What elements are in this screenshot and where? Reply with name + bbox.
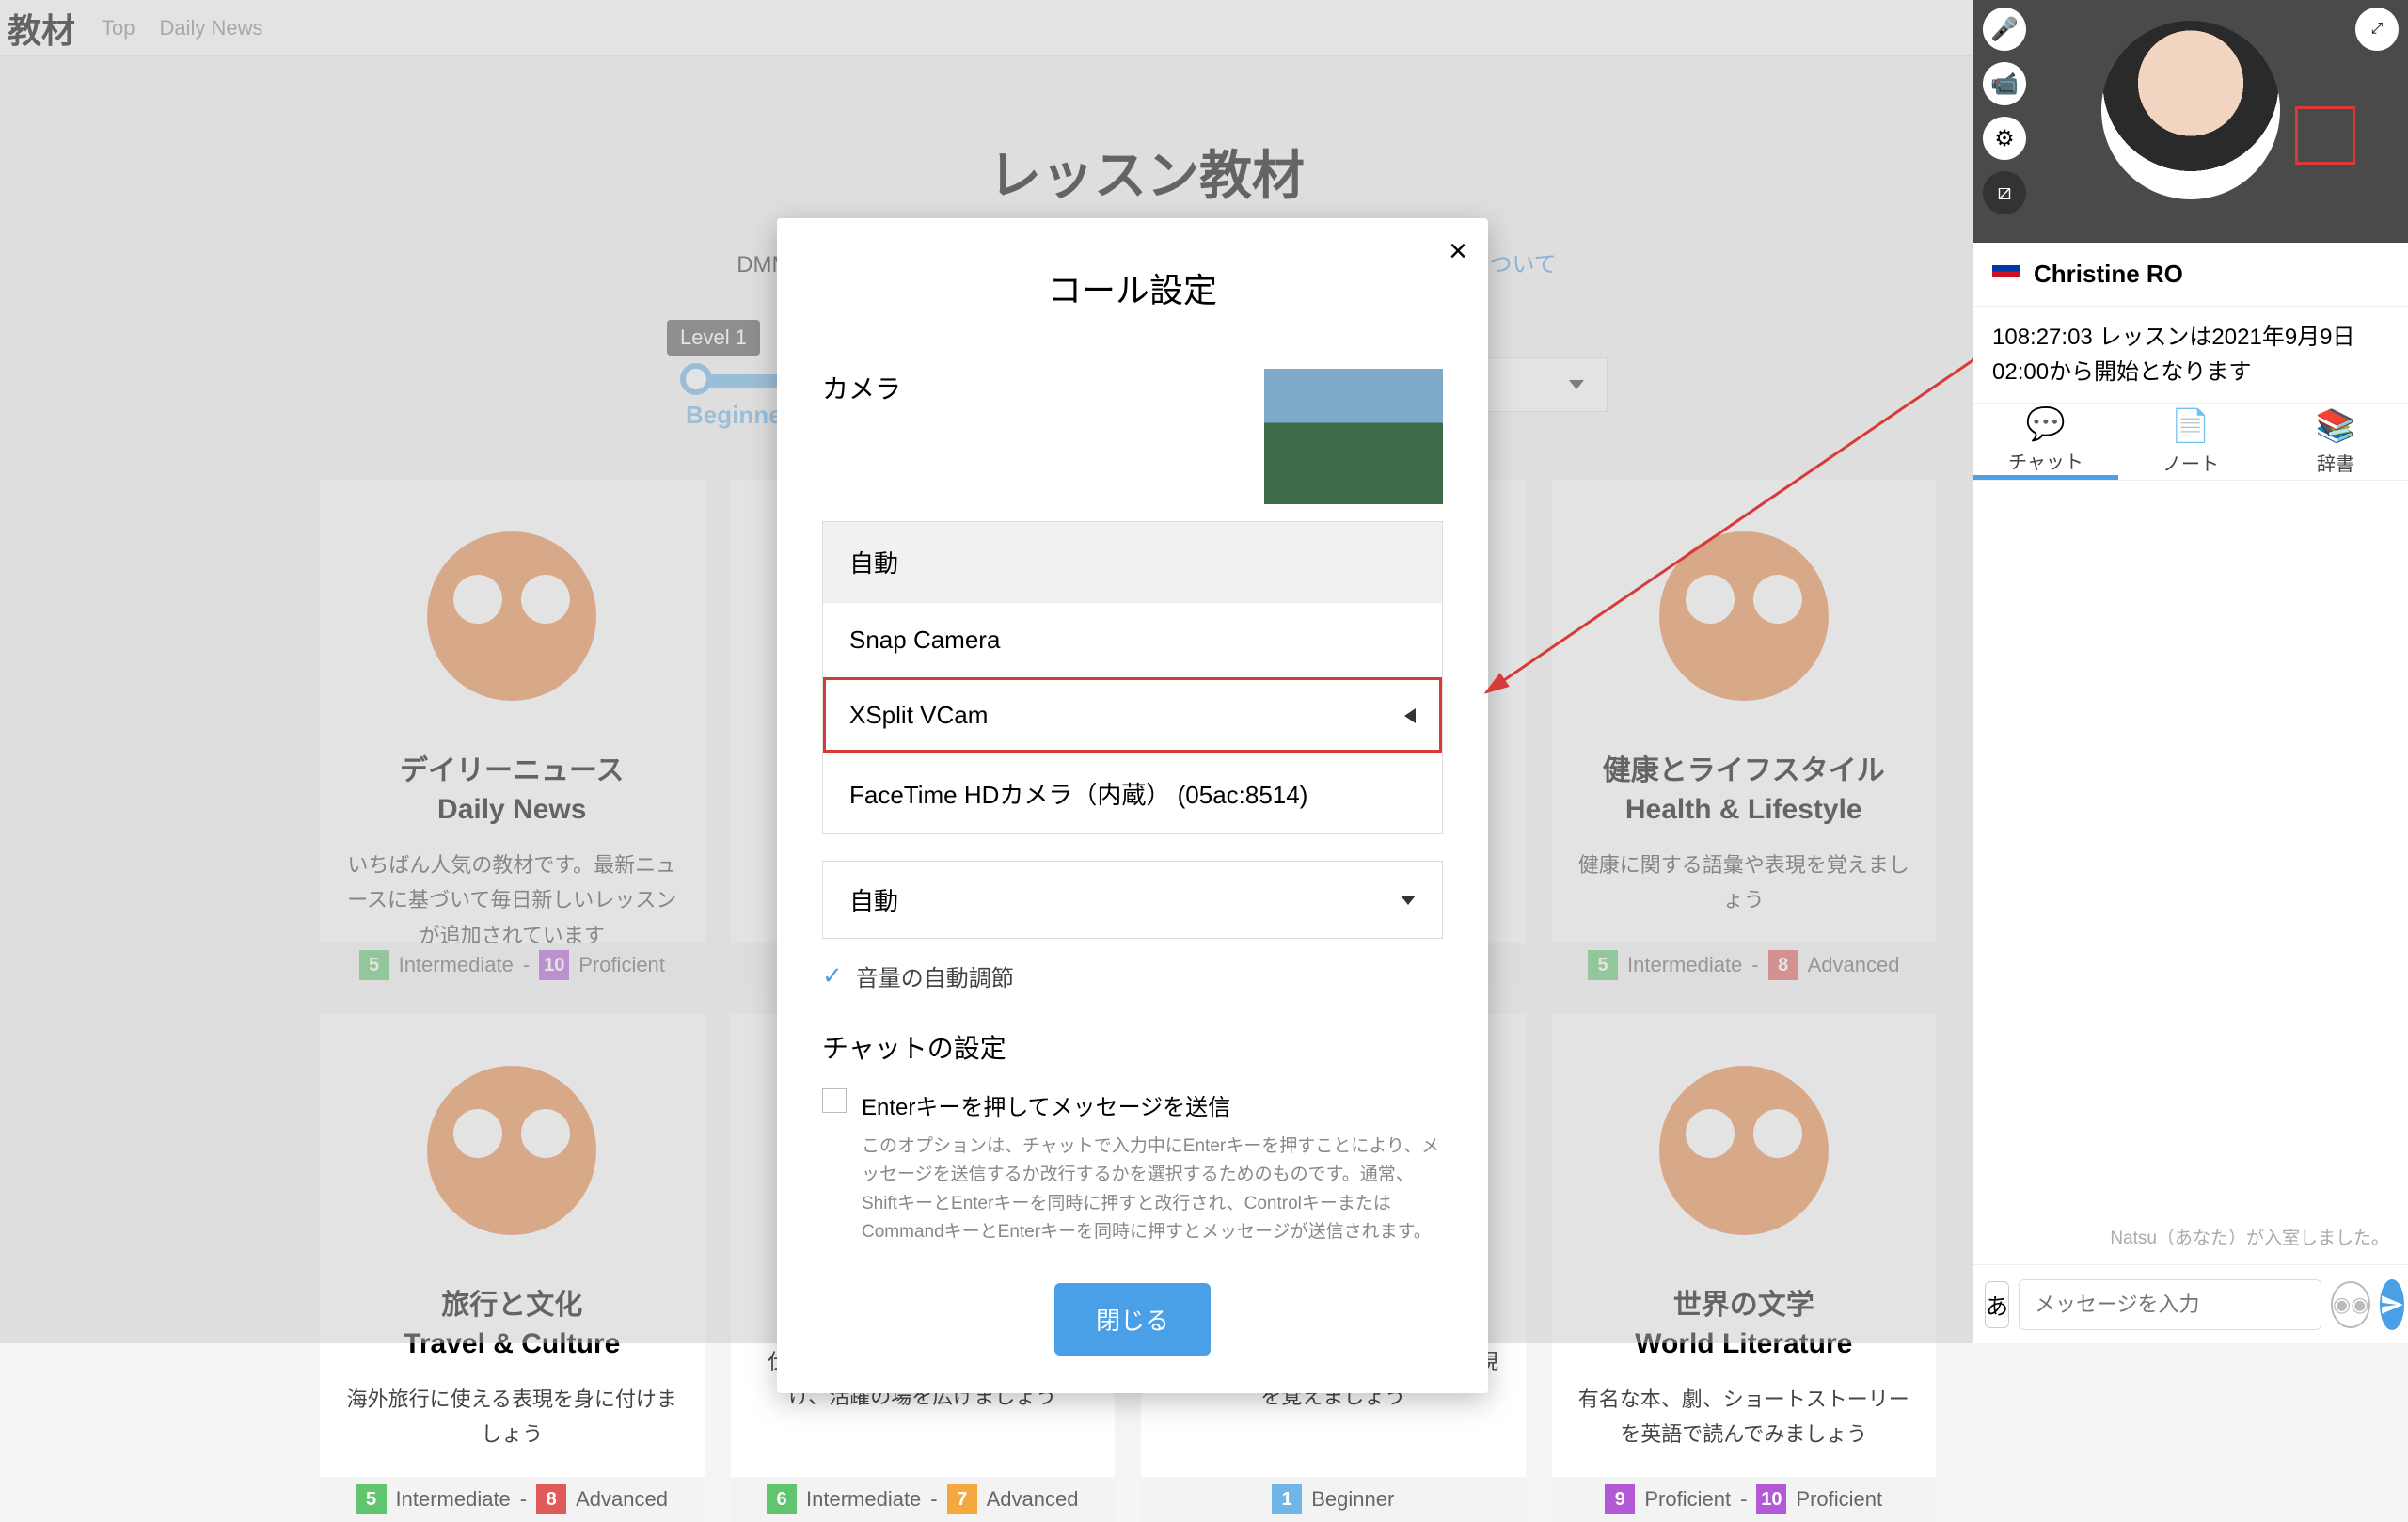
camera-option-facetime[interactable]: FaceTime HDカメラ（内蔵） (05ac:8514) xyxy=(823,753,1442,833)
auto-volume-toggle[interactable]: ✓ 音量の自動調節 xyxy=(822,959,1443,992)
camera-label: カメラ xyxy=(822,369,901,504)
auto-volume-label: 音量の自動調節 xyxy=(856,959,1014,992)
card-desc: 有名な本、劇、ショートストーリーを英語で読んでみましょう xyxy=(1552,1363,1937,1452)
material-card[interactable]: 旅行と文化Travel & Culture海外旅行に使える表現を身に付けましょう… xyxy=(320,1014,705,1522)
brand: 教材 xyxy=(8,4,75,53)
gear-icon[interactable]: ⚙ xyxy=(1983,117,2026,160)
chat-icon: 💬 xyxy=(2026,405,2066,443)
card-badges: 6 Intermediate - 7 Advanced xyxy=(731,1477,1116,1522)
dictionary-icon: 📚 xyxy=(2316,407,2355,445)
level-tooltip: Level 1 xyxy=(667,320,760,356)
send-button[interactable] xyxy=(2380,1279,2404,1330)
level-badge: 10 xyxy=(1756,1484,1786,1514)
camera-option-xsplit[interactable]: XSplit VCam xyxy=(823,677,1442,753)
enter-to-send-help: このオプションは、チャットで入力中にEnterキーを押すことにより、メッセージを… xyxy=(862,1133,1443,1247)
flag-icon xyxy=(1992,265,2020,284)
camera-preview xyxy=(1264,369,1443,504)
call-sidebar: 🎤 📹 ⚙ ⧄ ⤢ Christine RO 108:27:03 レッスンは20… xyxy=(1973,0,2408,1343)
card-badges: 5 Intermediate - 10 Proficient xyxy=(320,943,705,988)
owl-icon[interactable]: ◉◉ xyxy=(2331,1281,2370,1328)
level-badge: 1 xyxy=(1272,1484,1302,1514)
card-desc: いちばん人気の教材です。最新ニュースに基づいて毎日新しいレッスンが追加されていま… xyxy=(320,829,705,953)
chat-settings-heading: チャットの設定 xyxy=(822,1028,1443,1066)
level-badge: 9 xyxy=(1605,1484,1635,1514)
chevron-down-icon xyxy=(1569,380,1584,389)
card-title: 世界の文学World Literature xyxy=(1552,1287,1937,1363)
card-badges: 1 Beginner xyxy=(1141,1477,1526,1522)
caret-left-icon xyxy=(1404,708,1416,723)
lesson-notice: 108:27:03 レッスンは2021年9月9日 02:00から開始となります xyxy=(1973,307,2408,404)
call-settings-modal: × コール設定 カメラ 自動 Snap Camera XSplit VCam F… xyxy=(777,218,1488,1393)
card-badges: 5 Intermediate - 8 Advanced xyxy=(1552,943,1937,988)
close-button[interactable]: 閉じる xyxy=(1054,1283,1211,1356)
expand-icon[interactable]: ⤢ xyxy=(2355,8,2399,51)
level-badge: 5 xyxy=(359,950,389,980)
card-badges: 5 Intermediate - 8 Advanced xyxy=(320,1477,705,1522)
card-illustration xyxy=(1552,480,1937,753)
close-icon[interactable]: × xyxy=(1449,233,1467,270)
nav-daily-news[interactable]: Daily News xyxy=(160,16,263,40)
message-input[interactable] xyxy=(2019,1279,2321,1330)
mic-icon[interactable]: 🎤 xyxy=(1983,8,2026,51)
camera-option-auto[interactable]: 自動 xyxy=(823,522,1442,602)
material-card[interactable]: デイリーニュースDaily Newsいちばん人気の教材です。最新ニュースに基づい… xyxy=(320,480,705,988)
slider-knob[interactable] xyxy=(680,363,712,395)
level-badge: 8 xyxy=(536,1484,566,1514)
card-illustration xyxy=(1552,1014,1937,1287)
level-badge: 6 xyxy=(767,1484,797,1514)
level-badge: 10 xyxy=(539,950,569,980)
enter-to-send-toggle[interactable]: Enterキーを押してメッセージを送信 xyxy=(822,1088,1443,1121)
card-illustration xyxy=(320,480,705,753)
enter-to-send-label: Enterキーを押してメッセージを送信 xyxy=(862,1088,1230,1121)
teacher-name-row: Christine RO xyxy=(1973,243,2408,307)
checkbox-icon xyxy=(822,1088,847,1113)
screen-off-icon[interactable]: ⧄ xyxy=(1983,171,2026,214)
level-badge: 5 xyxy=(1588,950,1618,980)
tab-note[interactable]: 📄ノート xyxy=(2118,404,2263,480)
card-illustration xyxy=(320,1014,705,1287)
modal-title: コール設定 xyxy=(777,263,1488,312)
level-badge: 8 xyxy=(1768,950,1798,980)
nav-top[interactable]: Top xyxy=(102,16,135,40)
page-title: レッスン教材 xyxy=(0,134,2293,210)
camera-option-snap[interactable]: Snap Camera xyxy=(823,602,1442,677)
sidebar-header: 🎤 📹 ⚙ ⧄ ⤢ xyxy=(1973,0,2408,243)
level-badge: 5 xyxy=(356,1484,387,1514)
card-title: デイリーニュースDaily News xyxy=(320,753,705,829)
card-desc: 海外旅行に使える表現を身に付けましょう xyxy=(320,1363,705,1452)
card-title: 健康とライフスタイルHealth & Lifestyle xyxy=(1552,753,1937,829)
mic-select[interactable]: 自動 xyxy=(822,861,1443,939)
mic-select-label: 自動 xyxy=(849,882,898,917)
chat-input-row: あ ◉◉ xyxy=(1973,1264,2408,1343)
card-title: 旅行と文化Travel & Culture xyxy=(320,1287,705,1363)
teacher-avatar xyxy=(2101,21,2280,199)
tab-chat[interactable]: 💬チャット xyxy=(1973,404,2118,480)
system-message: Natsu（あなた）が入室しました。 xyxy=(2110,1224,2389,1249)
teacher-name: Christine RO xyxy=(2034,260,2183,289)
tab-dictionary[interactable]: 📚辞書 xyxy=(2263,404,2408,480)
sidebar-tabs: 💬チャット 📄ノート 📚辞書 xyxy=(1973,404,2408,481)
top-nav: 教材 Top Daily News xyxy=(0,0,2293,56)
level-badge: 7 xyxy=(947,1484,977,1514)
card-desc: 健康に関する語彙や表現を覚えましょう xyxy=(1552,829,1937,918)
chevron-down-icon xyxy=(1401,896,1416,905)
translate-icon[interactable]: あ xyxy=(1985,1281,2009,1328)
camera-dropdown: 自動 Snap Camera XSplit VCam FaceTime HDカメ… xyxy=(822,521,1443,834)
material-card[interactable]: 世界の文学World Literature有名な本、劇、ショートストーリーを英語… xyxy=(1552,1014,1937,1522)
note-icon: 📄 xyxy=(2171,407,2210,445)
material-card[interactable]: 健康とライフスタイルHealth & Lifestyle健康に関する語彙や表現を… xyxy=(1552,480,1937,988)
video-icon[interactable]: 📹 xyxy=(1983,62,2026,105)
chat-body xyxy=(1973,481,2408,1343)
check-icon: ✓ xyxy=(822,961,843,991)
card-badges: 9 Proficient - 10 Proficient xyxy=(1552,1477,1937,1522)
